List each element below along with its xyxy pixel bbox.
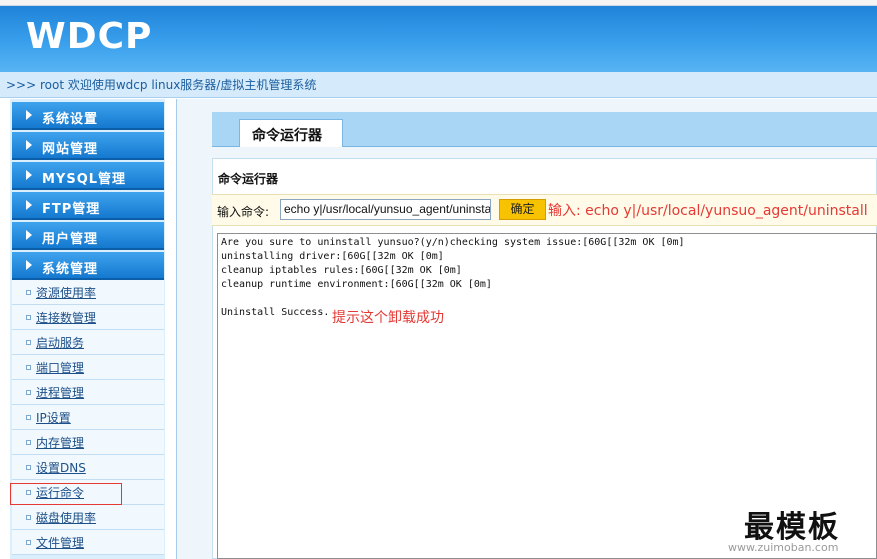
- menu-label: 网站管理: [42, 142, 99, 157]
- sidebar-item-resource-usage[interactable]: 资源使用率: [12, 280, 164, 305]
- bullet-icon: [26, 315, 31, 320]
- bullet-icon: [26, 415, 31, 420]
- menu-label: 用户管理: [42, 232, 99, 247]
- bullet-icon: [26, 465, 31, 470]
- sidebar-item-memory[interactable]: 内存管理: [12, 430, 164, 455]
- sidebar-item-connections[interactable]: 连接数管理: [12, 305, 164, 330]
- sidebar-item-start-services[interactable]: 启动服务: [12, 330, 164, 355]
- sidebar-item-label: 磁盘使用率: [36, 511, 97, 525]
- panel-title-label: 命令运行器: [218, 172, 279, 186]
- sidebar-item-dns[interactable]: 设置DNS: [12, 455, 164, 480]
- top-strip: [0, 0, 877, 6]
- breadcrumb-bar: >>> root 欢迎使用wdcp linux服务器/虚拟主机管理系统: [0, 72, 877, 98]
- panel-title: 命令运行器: [212, 166, 877, 190]
- menu-site-management[interactable]: 网站管理: [12, 132, 164, 160]
- bullet-icon: [26, 340, 31, 345]
- menu-label: FTP管理: [42, 202, 101, 217]
- caret-right-icon: [26, 260, 32, 270]
- menu-user-management[interactable]: 用户管理: [12, 222, 164, 250]
- app-header: WDCP: [0, 0, 877, 72]
- menu-label: 系统管理: [42, 262, 99, 277]
- menu-mysql-management[interactable]: MYSQL管理: [12, 162, 164, 190]
- menu-label: 系统设置: [42, 112, 99, 127]
- output-line: cleanup runtime environment:[60G[[32m OK…: [221, 279, 492, 290]
- sidebar-item-label: 端口管理: [36, 361, 85, 375]
- input-annotation: 输入: echo y|/usr/local/yunsuo_agent/unins…: [548, 203, 868, 219]
- tab-label: 命令运行器: [252, 128, 322, 144]
- bullet-icon: [26, 540, 31, 545]
- caret-right-icon: [26, 230, 32, 240]
- bullet-icon: [26, 290, 31, 295]
- sidebar-item-label: 资源使用率: [36, 286, 97, 300]
- tab-command-runner[interactable]: 命令运行器: [239, 119, 343, 147]
- command-label: 输入命令:: [217, 205, 270, 219]
- watermark-text: 最模板: [744, 510, 840, 545]
- menu-system-settings[interactable]: 系统设置: [12, 102, 164, 130]
- ok-button[interactable]: 确定: [499, 199, 546, 220]
- breadcrumb: >>> root 欢迎使用wdcp linux服务器/虚拟主机管理系统: [6, 78, 317, 92]
- menu-ftp-management[interactable]: FTP管理: [12, 192, 164, 220]
- menu-system-management[interactable]: 系统管理: [12, 252, 164, 280]
- watermark-url: www.zuimoban.com: [728, 541, 839, 554]
- command-input[interactable]: echo y|/usr/local/yunsuo_agent/uninstall: [280, 199, 491, 220]
- bullet-icon: [26, 390, 31, 395]
- sidebar-item-label: 连接数管理: [36, 311, 97, 325]
- sidebar-item-file-management[interactable]: 文件管理: [12, 530, 164, 555]
- caret-right-icon: [26, 200, 32, 210]
- output-line: Are you sure to uninstall yunsuo?(y/n)ch…: [221, 237, 685, 248]
- bullet-icon: [26, 440, 31, 445]
- menu-label: MYSQL管理: [42, 172, 127, 187]
- success-annotation: 提示这个卸载成功: [332, 310, 444, 326]
- sidebar-item-processes[interactable]: 进程管理: [12, 380, 164, 405]
- caret-right-icon: [26, 170, 32, 180]
- sidebar-item-label: 文件管理: [36, 536, 85, 550]
- caret-right-icon: [26, 140, 32, 150]
- sidebar-item-label: IP设置: [36, 411, 71, 425]
- output-line: uninstalling driver:[60G[[32m OK [0m]: [221, 251, 444, 262]
- sidebar-item-ports[interactable]: 端口管理: [12, 355, 164, 380]
- bullet-icon: [26, 365, 31, 370]
- sidebar-item-disk-usage[interactable]: 磁盘使用率: [12, 505, 164, 530]
- sidebar-item-ip-settings[interactable]: IP设置: [12, 405, 164, 430]
- sidebar-item-label: 设置DNS: [36, 461, 86, 475]
- caret-right-icon: [26, 110, 32, 120]
- watermark: 最模板 www.zuimoban.com: [720, 498, 877, 559]
- sidebar-item-label: 进程管理: [36, 386, 85, 400]
- sidebar-item-label: 内存管理: [36, 436, 85, 450]
- bullet-icon: [26, 515, 31, 520]
- output-line: cleanup iptables rules:[60G[[32m OK [0m]: [221, 265, 462, 276]
- output-line: Uninstall Success.: [221, 307, 330, 318]
- highlight-box: [10, 483, 122, 505]
- sidebar-item-label: 启动服务: [36, 336, 85, 350]
- logo: WDCP: [26, 16, 153, 57]
